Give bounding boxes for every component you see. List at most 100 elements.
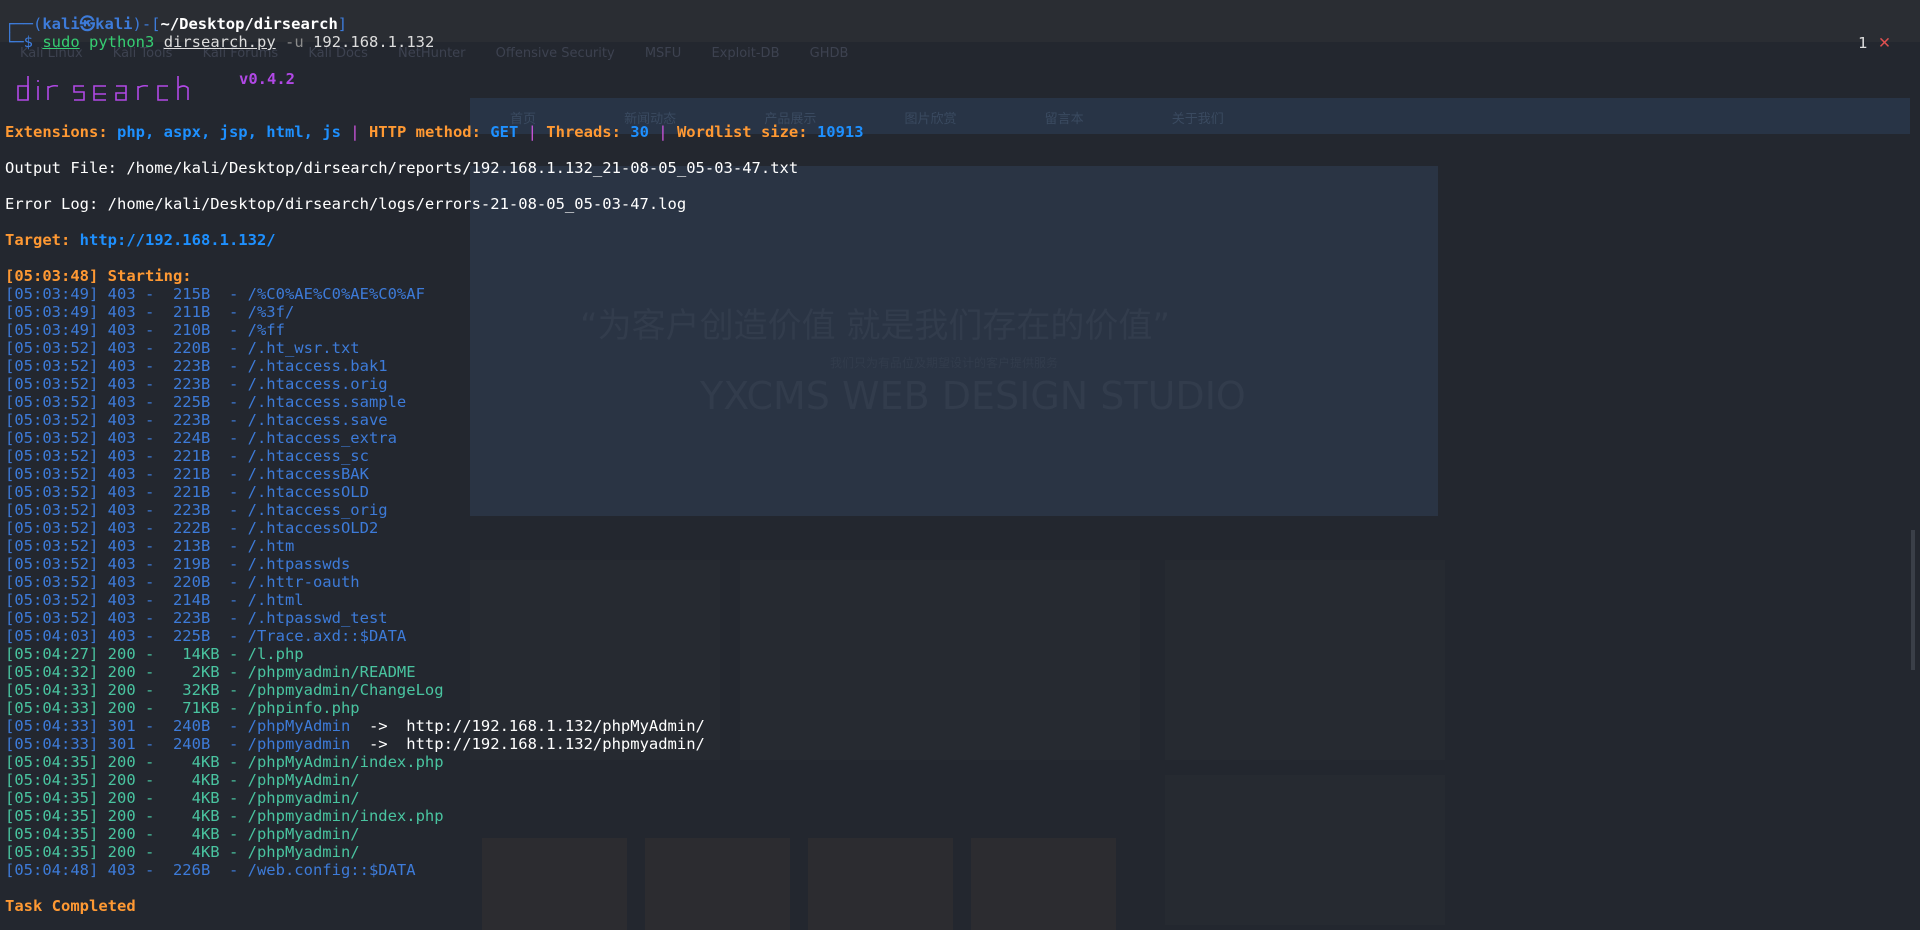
command-target: 192.168.1.132 — [313, 33, 435, 51]
result-text: [05:03:52] 403 - 213B - /.htm — [5, 537, 295, 555]
prompt-frame: ┌──( — [5, 15, 43, 33]
starting-line: [05:03:48] Starting: — [5, 267, 201, 285]
result-row: [05:03:52] 403 - 221B - /.htaccessBAK — [5, 465, 369, 483]
result-row: [05:03:52] 403 - 223B - /.htpasswd_test — [5, 609, 388, 627]
result-row: [05:04:35] 200 - 4KB - /phpMyAdmin/ — [5, 771, 360, 789]
result-row: [05:03:49] 403 - 215B - /%C0%AE%C0%AE%C0… — [5, 285, 425, 303]
result-text: [05:04:35] 200 - 4KB - /phpMyAdmin/index… — [5, 753, 444, 771]
result-row: [05:04:35] 200 - 4KB - /phpMyadmin/ — [5, 825, 360, 843]
result-text: [05:03:49] 403 - 215B - /%C0%AE%C0%AE%C0… — [5, 285, 425, 303]
result-redirect: -> http://192.168.1.132/phpMyAdmin/ — [350, 717, 705, 735]
result-row: [05:04:48] 403 - 226B - /web.config::$DA… — [5, 861, 416, 879]
config-threads-label: Threads: — [546, 123, 631, 141]
result-text: [05:03:52] 403 - 223B - /.htaccess_orig — [5, 501, 388, 519]
command-sudo: sudo — [42, 33, 80, 51]
result-text: [05:04:33] 200 - 71KB - /phpinfo.php — [5, 699, 360, 717]
result-row: [05:04:03] 403 - 225B - /Trace.axd::$DAT… — [5, 627, 406, 645]
result-text: [05:04:35] 200 - 4KB - /phpmyadmin/ — [5, 789, 360, 807]
result-row: [05:03:52] 403 - 221B - /.htaccess_sc — [5, 447, 369, 465]
result-text: [05:04:32] 200 - 2KB - /phpmyadmin/READM… — [5, 663, 416, 681]
error-log-line: Error Log: /home/kali/Desktop/dirsearch/… — [5, 195, 687, 213]
result-row: [05:03:49] 403 - 211B - /%3f/ — [5, 303, 294, 321]
config-ext-label: Extensions: — [5, 123, 117, 141]
terminal-window[interactable]: ┌──(kali㉿kali)-[~/Desktop/dirsearch] └─$… — [0, 0, 1920, 930]
result-row: [05:03:52] 403 - 220B - /.httr-oauth — [5, 573, 360, 591]
result-text: [05:03:52] 403 - 222B - /.htaccessOLD2 — [5, 519, 379, 537]
result-text: [05:03:52] 403 - 214B - /.html — [5, 591, 304, 609]
result-row: [05:03:52] 403 - 222B - /.htaccessOLD2 — [5, 519, 378, 537]
config-separator: | — [340, 123, 369, 141]
prompt-frame: ] — [337, 15, 348, 33]
result-text: [05:04:33] 301 - 240B - /phpMyAdmin — [5, 717, 351, 735]
config-threads-value: 30 — [630, 123, 649, 141]
result-row: [05:03:52] 403 - 223B - /.htaccess.save — [5, 411, 388, 429]
result-row: [05:03:52] 403 - 223B - /.htaccess.orig — [5, 375, 388, 393]
result-text: [05:03:52] 403 - 221B - /.htaccess_sc — [5, 447, 369, 465]
prompt-lead: └─$ — [5, 33, 33, 51]
result-text: [05:03:52] 403 - 223B - /.htpasswd_test — [5, 609, 388, 627]
result-text: [05:03:49] 403 - 211B - /%3f/ — [5, 303, 295, 321]
prompt-user: kali㉿kali — [42, 15, 133, 33]
command-flag: -u — [285, 33, 304, 51]
result-row: [05:03:52] 403 - 220B - /.ht_wsr.txt — [5, 339, 360, 357]
result-text: [05:04:03] 403 - 225B - /Trace.axd::$DAT… — [5, 627, 407, 645]
result-text: [05:03:52] 403 - 221B - /.htaccessOLD — [5, 483, 369, 501]
result-row: [05:03:52] 403 - 221B - /.htaccessOLD — [5, 483, 369, 501]
version-label: v0.4.2 — [239, 70, 295, 88]
result-text: [05:03:52] 403 - 224B - /.htaccess_extra — [5, 429, 397, 447]
config-line: Extensions: php, aspx, jsp, html, js | H… — [5, 123, 864, 141]
config-wordlist-label: Wordlist size: — [676, 123, 817, 141]
result-row: [05:04:35] 200 - 4KB - /phpMyadmin/ — [5, 843, 360, 861]
version-text: v0.4.2 — [239, 70, 295, 88]
close-icon[interactable]: ✕ — [1878, 34, 1891, 52]
result-text: [05:04:35] 200 - 4KB - /phpMyadmin/ — [5, 825, 360, 843]
result-row: [05:03:49] 403 - 210B - /%ff — [5, 321, 285, 339]
result-text: [05:03:52] 403 - 225B - /.htaccess.sampl… — [5, 393, 407, 411]
command-line[interactable]: └─$ sudo python3 dirsearch.py -u 192.168… — [5, 33, 434, 51]
result-text: [05:03:52] 403 - 220B - /.httr-oauth — [5, 573, 360, 591]
config-method-label: HTTP method: — [368, 123, 491, 141]
task-completed-line: Task Completed — [5, 897, 136, 915]
result-text: [05:03:49] 403 - 210B - /%ff — [5, 321, 285, 339]
result-text: [05:03:52] 403 - 223B - /.htaccess.save — [5, 411, 388, 429]
prompt-path: ~/Desktop/dirsearch — [160, 15, 338, 33]
command-python: python3 — [89, 33, 155, 51]
terminal-tab-number[interactable]: 1 — [1858, 34, 1867, 52]
output-file-line: Output File: /home/kali/Desktop/dirsearc… — [5, 159, 799, 177]
result-text: [05:03:52] 403 - 223B - /.htaccess.bak1 — [5, 357, 388, 375]
result-row: [05:04:33] 301 - 240B - /phpMyAdmin -> h… — [5, 717, 705, 735]
result-redirect: -> http://192.168.1.132/phpmyadmin/ — [350, 735, 705, 753]
target-line: Target: http://192.168.1.132/ — [5, 231, 276, 249]
result-row: [05:03:52] 403 - 225B - /.htaccess.sampl… — [5, 393, 406, 411]
config-ext-value: php, aspx, jsp, html, js — [116, 123, 341, 141]
result-row: [05:04:35] 200 - 4KB - /phpmyadmin/index… — [5, 807, 444, 825]
result-text: [05:04:35] 200 - 4KB - /phpMyadmin/ — [5, 843, 360, 861]
result-text: [05:04:27] 200 - 14KB - /l.php — [5, 645, 304, 663]
result-text: [05:04:33] 301 - 240B - /phpmyadmin — [5, 735, 351, 753]
result-text: [05:04:33] 200 - 32KB - /phpmyadmin/Chan… — [5, 681, 444, 699]
config-separator: | — [518, 123, 547, 141]
target-url: http://192.168.1.132/ — [79, 231, 276, 249]
result-row: [05:03:52] 403 - 223B - /.htaccess.bak1 — [5, 357, 388, 375]
prompt-line: ┌──(kali㉿kali)-[~/Desktop/dirsearch] — [5, 15, 347, 33]
command-script: dirsearch.py — [163, 33, 276, 51]
result-text: [05:03:52] 403 - 219B - /.htpasswds — [5, 555, 351, 573]
result-row: [05:04:32] 200 - 2KB - /phpmyadmin/READM… — [5, 663, 416, 681]
result-text: [05:04:35] 200 - 4KB - /phpmyadmin/index… — [5, 807, 444, 825]
result-row: [05:04:35] 200 - 4KB - /phpMyAdmin/index… — [5, 753, 444, 771]
result-text: [05:03:52] 403 - 220B - /.ht_wsr.txt — [5, 339, 360, 357]
config-separator: | — [648, 123, 677, 141]
result-text: [05:04:35] 200 - 4KB - /phpMyAdmin/ — [5, 771, 360, 789]
result-row: [05:04:27] 200 - 14KB - /l.php — [5, 645, 304, 663]
config-method-value: GET — [490, 123, 519, 141]
result-row: [05:03:52] 403 - 223B - /.htaccess_orig — [5, 501, 388, 519]
result-row: [05:03:52] 403 - 224B - /.htaccess_extra — [5, 429, 397, 447]
result-text: [05:04:48] 403 - 226B - /web.config::$DA… — [5, 861, 416, 879]
result-row: [05:03:52] 403 - 214B - /.html — [5, 591, 304, 609]
result-text: [05:03:52] 403 - 221B - /.htaccessBAK — [5, 465, 369, 483]
result-row: [05:04:33] 301 - 240B - /phpmyadmin -> h… — [5, 735, 705, 753]
target-label: Target: — [5, 231, 80, 249]
result-row: [05:03:52] 403 - 213B - /.htm — [5, 537, 294, 555]
result-text: [05:03:52] 403 - 223B - /.htaccess.orig — [5, 375, 388, 393]
config-wordlist-value: 10913 — [816, 123, 864, 141]
